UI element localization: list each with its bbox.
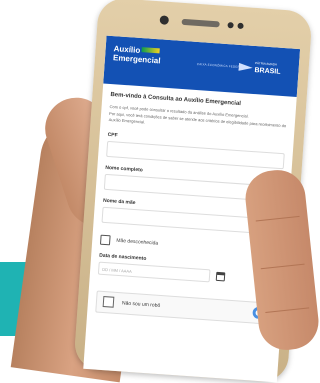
recaptcha-widget: Não sou um robô <box>95 290 275 325</box>
finger-crease <box>265 307 310 314</box>
calendar-icon[interactable] <box>215 271 226 282</box>
finger-crease <box>260 263 305 270</box>
brasil-flag-icon <box>238 63 253 72</box>
speaker-grille <box>181 18 220 28</box>
captcha-label: Não sou um robô <box>121 300 161 309</box>
sensor-icon <box>237 22 244 30</box>
mother-unknown-label: Mãe desconhecida <box>116 237 159 247</box>
intro-text: Com o cpf, você pode consultar o resulta… <box>108 104 287 136</box>
brasil-wordmark: BRASIL <box>254 67 281 76</box>
front-camera-icon <box>159 15 170 25</box>
captcha-checkbox[interactable] <box>102 296 115 309</box>
mother-unknown-checkbox[interactable] <box>99 234 111 246</box>
brasil-logo: PÁTRIA AMADA BRASIL <box>254 60 281 76</box>
sensor-icon <box>227 22 234 29</box>
logo-line-2: Emergencial <box>112 53 161 66</box>
gov-label: CAIXA ECONÔMICA FEDERAL <box>196 61 245 70</box>
finger-crease <box>255 215 300 222</box>
